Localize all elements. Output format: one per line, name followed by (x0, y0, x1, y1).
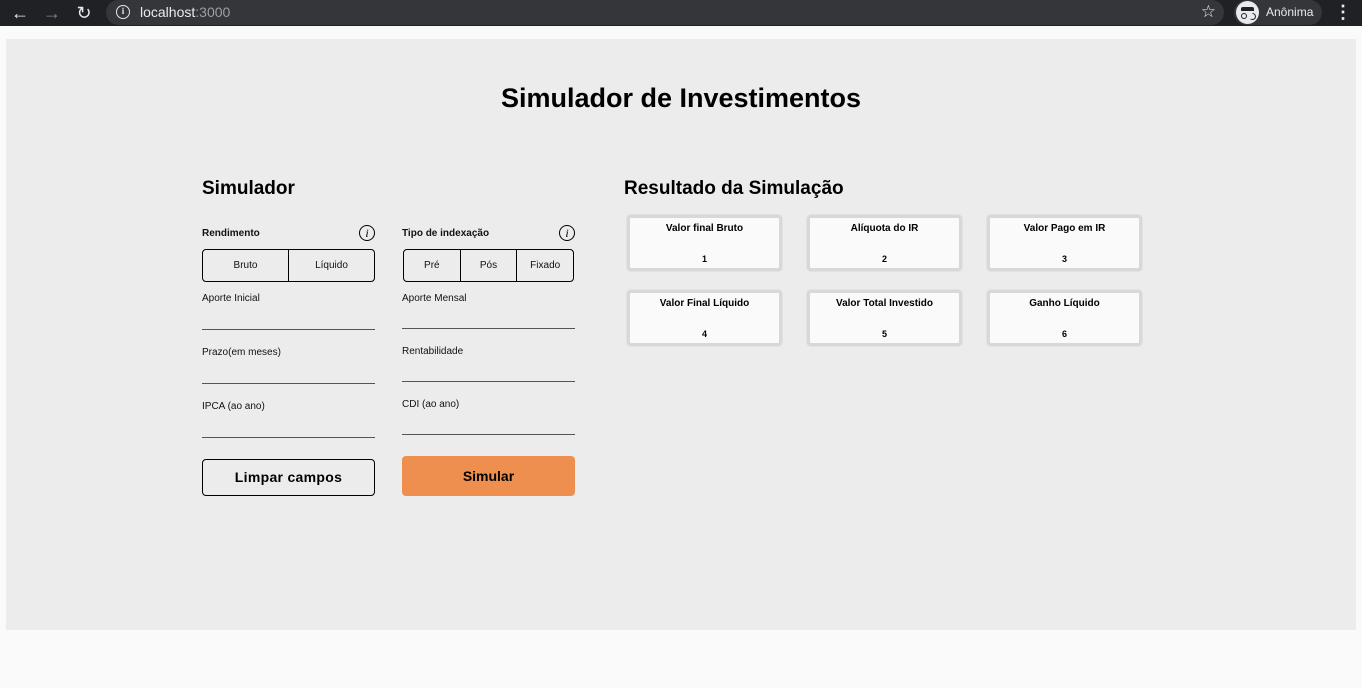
bookmark-star-icon[interactable]: ☆ (1201, 2, 1216, 22)
page-content: Simulador de Investimentos Simulador Ren… (6, 39, 1356, 630)
more-menu-icon[interactable]: ⋮ (1334, 2, 1352, 24)
profile-button[interactable]: Anônima (1234, 0, 1322, 25)
prazo-label: Prazo(em meses) (202, 347, 281, 358)
rendimento-option-bruto[interactable]: Bruto (203, 250, 289, 281)
aporte-inicial-input[interactable] (202, 310, 375, 330)
result-card-label: Valor Final Líquido (659, 298, 750, 309)
result-card-label: Valor Pago em IR (1023, 223, 1106, 234)
reload-icon[interactable]: ↻ (72, 1, 96, 25)
indexacao-option-fixado[interactable]: Fixado (517, 250, 573, 281)
simulator-title: Simulador (202, 178, 295, 199)
result-card-value: 5 (881, 329, 887, 339)
result-card-valor-final-bruto: Valor final Bruto 1 (627, 215, 782, 271)
result-card-value: 1 (701, 254, 707, 264)
result-card-value: 6 (1061, 329, 1067, 339)
indexacao-option-pos[interactable]: Pós (461, 250, 518, 281)
result-card-label: Ganho Líquido (1029, 298, 1100, 309)
rentabilidade-input[interactable] (402, 362, 575, 382)
rendimento-toggle: Bruto Líquido (202, 249, 375, 282)
aporte-mensal-label: Aporte Mensal (402, 293, 467, 304)
aporte-mensal-input[interactable] (402, 309, 575, 329)
result-card-value: 3 (1061, 254, 1067, 264)
ipca-input[interactable] (202, 418, 375, 438)
result-card-label: Valor final Bruto (665, 223, 744, 234)
indexacao-info-icon[interactable]: i (559, 225, 575, 241)
rentabilidade-label: Rentabilidade (402, 346, 464, 357)
result-card-valor-total-investido: Valor Total Investido 5 (807, 290, 962, 346)
indexacao-toggle: Pré Pós Fixado (403, 249, 574, 282)
rendimento-label: Rendimento (202, 228, 260, 239)
rendimento-option-liquido[interactable]: Líquido (289, 250, 374, 281)
site-info-icon[interactable]: i (116, 5, 130, 19)
indexacao-option-pre[interactable]: Pré (404, 250, 461, 281)
simulate-button[interactable]: Simular (402, 456, 575, 496)
browser-toolbar: ← → ↻ i localhost:3000 ☆ Anônima ⋮ (0, 0, 1362, 26)
rendimento-info-icon[interactable]: i (359, 225, 375, 241)
page-title: Simulador de Investimentos (500, 83, 862, 113)
result-card-valor-final-liquido: Valor Final Líquido 4 (627, 290, 782, 346)
clear-fields-button[interactable]: Limpar campos (202, 459, 375, 496)
result-card-aliquota-ir: Alíquota do IR 2 (807, 215, 962, 271)
result-card-label: Valor Total Investido (835, 298, 934, 309)
url-text[interactable]: localhost:3000 (140, 4, 230, 20)
ipca-label: IPCA (ao ano) (202, 401, 265, 412)
back-arrow-icon[interactable]: ← (8, 1, 32, 25)
cdi-input[interactable] (402, 415, 575, 435)
result-card-value: 2 (881, 254, 887, 264)
result-card-ganho-liquido: Ganho Líquido 6 (987, 290, 1142, 346)
result-card-label: Alíquota do IR (850, 223, 919, 234)
forward-arrow-icon[interactable]: → (40, 1, 64, 25)
address-bar[interactable]: i localhost:3000 ☆ (106, 0, 1224, 25)
result-card-value: 4 (701, 329, 707, 339)
result-card-valor-pago-ir: Valor Pago em IR 3 (987, 215, 1142, 271)
cdi-label: CDI (ao ano) (402, 399, 460, 410)
profile-name: Anônima (1266, 5, 1314, 19)
aporte-inicial-label: Aporte Inicial (202, 293, 260, 304)
incognito-icon (1236, 1, 1259, 24)
prazo-input[interactable] (202, 364, 375, 384)
indexacao-label: Tipo de indexação (402, 228, 490, 239)
results-title: Resultado da Simulação (624, 178, 844, 199)
